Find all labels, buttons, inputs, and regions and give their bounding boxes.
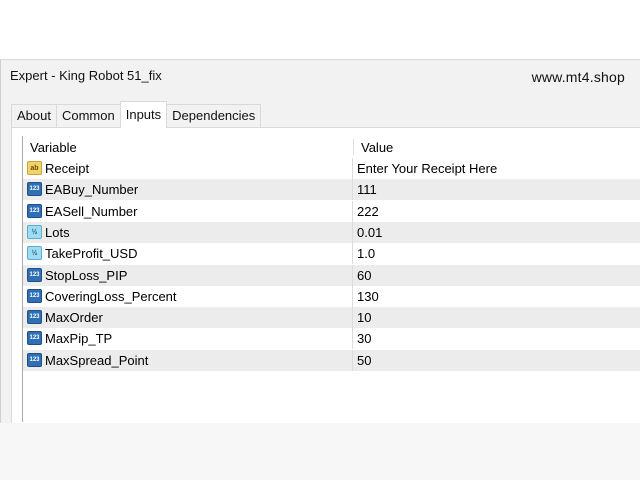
cell-divider bbox=[352, 285, 353, 307]
tab-bar: About Common Inputs Dependencies bbox=[11, 101, 262, 128]
variable-name: Lots bbox=[45, 224, 70, 240]
variable-value[interactable]: 0.01 bbox=[357, 225, 382, 240]
cell-divider bbox=[352, 200, 353, 222]
integer-type-icon: 123 bbox=[27, 310, 42, 325]
cell-divider bbox=[352, 243, 353, 265]
variable-name: CoveringLoss_Percent bbox=[45, 288, 177, 304]
table-row[interactable]: 123 EABuy_Number 111 bbox=[23, 179, 640, 201]
column-divider bbox=[353, 139, 354, 155]
table-row[interactable]: 123 EASell_Number 222 bbox=[23, 200, 640, 222]
variable-value[interactable]: 30 bbox=[357, 331, 371, 346]
cell-divider bbox=[352, 264, 353, 286]
table-row[interactable]: ½ Lots 0.01 bbox=[23, 221, 640, 243]
variable-value[interactable]: 111 bbox=[357, 182, 377, 197]
table-row[interactable]: 123 MaxOrder 10 bbox=[23, 307, 640, 329]
column-header-variable[interactable]: Variable bbox=[30, 140, 77, 155]
integer-type-icon: 123 bbox=[27, 182, 42, 197]
cell-divider bbox=[352, 221, 353, 243]
variable-value[interactable]: 10 bbox=[357, 310, 371, 325]
variable-name: StopLoss_PIP bbox=[45, 267, 128, 283]
cell-divider bbox=[352, 158, 353, 179]
variable-value[interactable]: 50 bbox=[357, 353, 371, 368]
cell-divider bbox=[352, 328, 353, 350]
double-type-icon: ½ bbox=[27, 246, 42, 261]
variable-name: EABuy_Number bbox=[45, 182, 139, 198]
tab-inputs[interactable]: Inputs bbox=[119, 101, 168, 128]
variable-value[interactable]: 130 bbox=[357, 289, 379, 304]
dialog-title: Expert - King Robot 51_fix bbox=[10, 68, 162, 83]
integer-type-icon: 123 bbox=[27, 352, 42, 367]
cell-divider bbox=[352, 307, 353, 329]
variable-name: TakeProfit_USD bbox=[45, 246, 138, 262]
tab-common[interactable]: Common bbox=[55, 104, 121, 127]
variable-value[interactable]: Enter Your Receipt Here bbox=[357, 161, 497, 176]
watermark-text: www.mt4.shop bbox=[531, 69, 625, 85]
tab-dependencies[interactable]: Dependencies bbox=[166, 104, 262, 127]
top-background bbox=[0, 0, 640, 59]
table-row[interactable]: ab Receipt Enter Your Receipt Here bbox=[23, 158, 640, 179]
integer-type-icon: 123 bbox=[27, 288, 42, 303]
integer-type-icon: 123 bbox=[27, 203, 42, 218]
tab-about[interactable]: About bbox=[11, 104, 57, 127]
cell-divider bbox=[352, 349, 353, 371]
inputs-grid: Variable Value ab Receipt Enter Your Recei… bbox=[22, 136, 640, 422]
variable-name: Receipt bbox=[45, 161, 90, 176]
inputs-panel: Variable Value ab Receipt Enter Your Recei… bbox=[11, 127, 640, 429]
variable-name: MaxSpread_Point bbox=[45, 352, 149, 368]
variable-value[interactable]: 1.0 bbox=[357, 246, 375, 261]
integer-type-icon: 123 bbox=[27, 331, 42, 346]
table-row[interactable]: 123 MaxSpread_Point 50 bbox=[23, 349, 640, 371]
grid-header: Variable Value bbox=[23, 136, 640, 158]
variable-name: EASell_Number bbox=[45, 203, 138, 219]
bottom-background bbox=[0, 423, 640, 480]
table-row[interactable]: 123 StopLoss_PIP 60 bbox=[23, 264, 640, 286]
expert-properties-dialog: Expert - King Robot 51_fix www.mt4.shop … bbox=[0, 59, 640, 429]
column-header-value[interactable]: Value bbox=[361, 140, 393, 155]
table-row[interactable]: ½ TakeProfit_USD 1.0 bbox=[23, 243, 640, 265]
double-type-icon: ½ bbox=[27, 224, 42, 239]
variable-name: MaxOrder bbox=[45, 310, 103, 326]
integer-type-icon: 123 bbox=[27, 267, 42, 282]
variable-value[interactable]: 222 bbox=[357, 204, 379, 219]
cell-divider bbox=[352, 179, 353, 201]
table-row[interactable]: 123 CoveringLoss_Percent 130 bbox=[23, 285, 640, 307]
table-row[interactable]: 123 MaxPip_TP 30 bbox=[23, 328, 640, 350]
variable-name: MaxPip_TP bbox=[45, 331, 113, 347]
string-type-icon: ab bbox=[27, 161, 42, 175]
variable-value[interactable]: 60 bbox=[357, 268, 371, 283]
